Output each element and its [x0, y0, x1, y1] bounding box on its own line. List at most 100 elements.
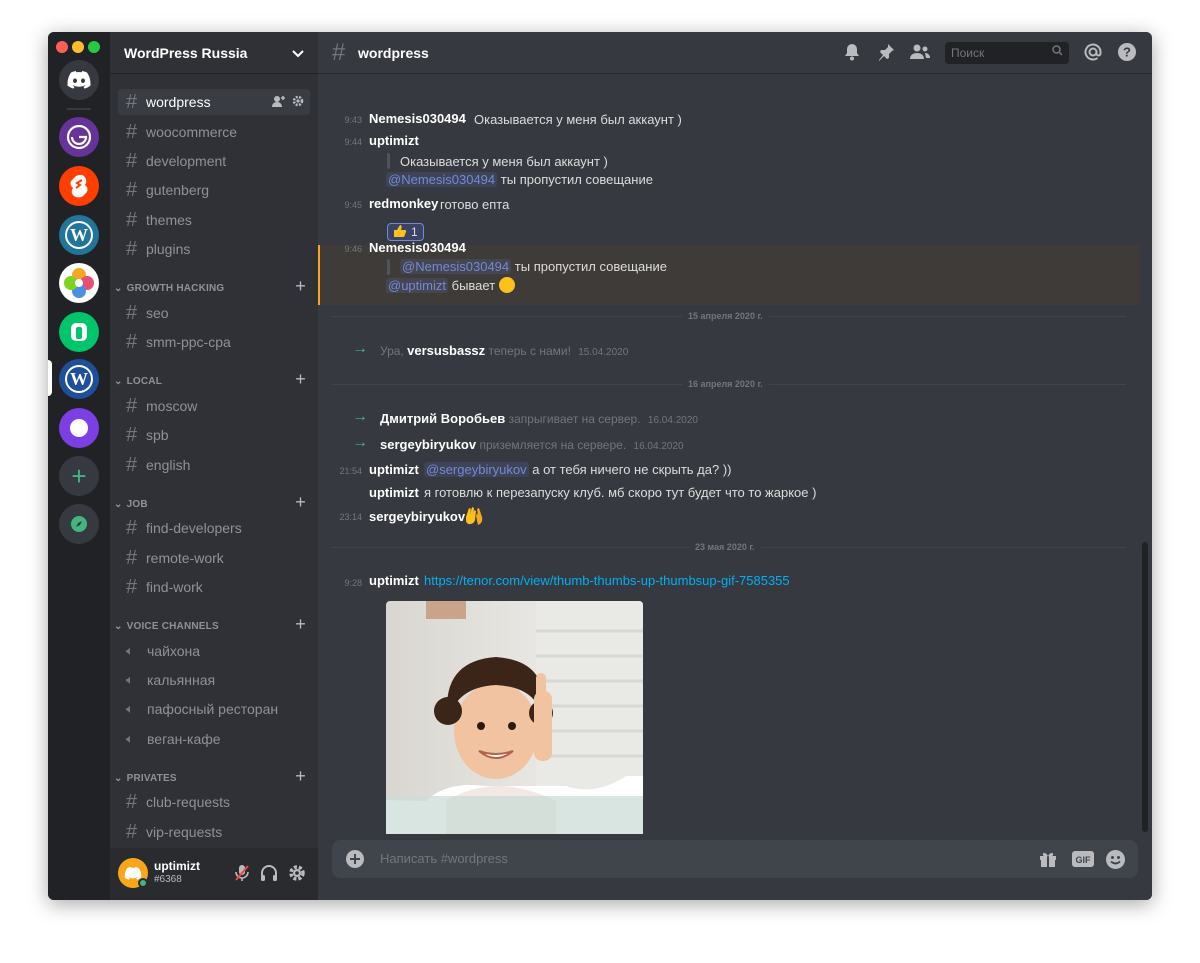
channel-find-work[interactable]: # find-work	[118, 574, 310, 600]
channel-spb[interactable]: # spb	[118, 422, 310, 448]
channel-smm-ppc-cpa[interactable]: # smm-ppc-cpa	[118, 329, 310, 355]
search-icon	[1052, 45, 1063, 59]
wordpress-server-icon[interactable]: W	[59, 215, 99, 255]
mentions-at-icon[interactable]	[1083, 42, 1103, 62]
hash-icon: #	[126, 517, 138, 539]
add-server-icon[interactable]: +	[59, 456, 99, 496]
category-job[interactable]: ⌄ JOB +	[114, 492, 314, 512]
user-mention[interactable]: @sergeybiryukov	[424, 462, 529, 477]
help-icon[interactable]: ?	[1117, 42, 1137, 62]
close-window-button[interactable]	[56, 41, 68, 53]
user-mention[interactable]: @Nemesis030494	[400, 259, 512, 274]
channel-label: woocommerce	[146, 124, 238, 140]
hash-icon: #	[126, 238, 138, 260]
channel-find-developers[interactable]: # find-developers	[118, 515, 310, 541]
colorful-server-icon[interactable]	[59, 263, 99, 303]
category-title: GROWTH HACKING	[126, 282, 225, 294]
hash-icon: #	[126, 150, 138, 172]
channel-remote-work[interactable]: # remote-work	[118, 545, 310, 571]
hash-icon: #	[126, 791, 138, 813]
channel-label: moscow	[146, 398, 198, 414]
message-author[interactable]: redmonkey	[369, 196, 438, 211]
message-author[interactable]: uptimizt	[369, 573, 419, 588]
thumbs-up-reaction[interactable]: 1	[387, 223, 424, 241]
channel-seo[interactable]: # seo	[118, 300, 310, 326]
add-channel-icon[interactable]: +	[295, 369, 306, 390]
category-local[interactable]: ⌄ LOCAL +	[114, 369, 314, 389]
chevron-down-icon: ⌄	[114, 772, 123, 784]
channel-themes[interactable]: # themes	[118, 207, 310, 233]
maximize-window-button[interactable]	[88, 41, 100, 53]
add-member-icon[interactable]	[272, 94, 286, 110]
muted-microphone-icon[interactable]	[234, 864, 250, 887]
compass-icon[interactable]	[59, 504, 99, 544]
voice-channel-chaikhona[interactable]: 🔈︎ чайхона	[118, 638, 310, 664]
gif-picker-icon[interactable]: GIF	[1072, 851, 1094, 872]
message-timestamp: 21:54	[339, 466, 362, 476]
category-growth-hacking[interactable]: ⌄ GROWTH HACKING +	[114, 276, 314, 296]
gatsby-server-icon[interactable]	[59, 117, 99, 157]
add-channel-icon[interactable]: +	[295, 276, 306, 297]
channel-label: club-requests	[146, 794, 231, 810]
channel-club-requests[interactable]: # club-requests	[118, 789, 310, 815]
channel-label: seo	[146, 305, 169, 321]
add-channel-icon[interactable]: +	[295, 766, 306, 787]
channel-woocommerce[interactable]: # woocommerce	[118, 119, 310, 145]
message-input[interactable]: Написать #wordpress	[380, 851, 508, 866]
gift-icon[interactable]	[1039, 850, 1057, 873]
message-author[interactable]: Nemesis030494	[369, 111, 466, 126]
discord-home-icon[interactable]	[59, 60, 99, 100]
channel-plugins[interactable]: # plugins	[118, 236, 310, 262]
gear-icon[interactable]	[292, 94, 304, 110]
message-author[interactable]: uptimizt	[369, 462, 419, 477]
system-timestamp: 16.04.2020	[633, 441, 684, 452]
purple-server-icon[interactable]	[59, 408, 99, 448]
system-user[interactable]: sergeybiryukov	[380, 437, 476, 452]
channel-wordpress[interactable]: # wordpress	[118, 89, 310, 115]
voice-channel-kalyannaya[interactable]: 🔈︎ кальянная	[118, 667, 310, 693]
system-message: Дмитрий Воробьев запрыгивает на сервер. …	[380, 411, 698, 426]
wordpress-russia-server-icon[interactable]: W	[59, 359, 99, 399]
message-author[interactable]: uptimizt	[369, 485, 419, 500]
server-header[interactable]: WordPress Russia	[110, 32, 318, 74]
channel-moscow[interactable]: # moscow	[118, 393, 310, 419]
pin-icon[interactable]	[876, 42, 896, 62]
category-voice-channels[interactable]: ⌄ VOICE CHANNELS +	[114, 614, 314, 634]
message-author[interactable]: uptimizt	[369, 133, 419, 148]
minimize-window-button[interactable]	[72, 41, 84, 53]
notification-bell-icon[interactable]	[842, 42, 862, 62]
svelte-server-icon[interactable]	[59, 166, 99, 206]
message-link[interactable]: https://tenor.com/view/thumb-thumbs-up-t…	[424, 573, 790, 588]
message-author[interactable]: sergeybiryukov	[369, 509, 465, 524]
green-server-icon[interactable]	[59, 312, 99, 352]
message-composer[interactable]: Написать #wordpress GIF	[332, 840, 1138, 878]
add-channel-icon[interactable]: +	[295, 492, 306, 513]
channel-english[interactable]: # english	[118, 452, 310, 478]
user-mention[interactable]: @uptimizt	[386, 278, 448, 293]
hash-icon: #	[126, 91, 138, 113]
channel-vip-requests[interactable]: # vip-requests	[118, 819, 310, 845]
voice-channel-vegan-cafe[interactable]: 🔈︎ веган-кафе	[118, 726, 310, 752]
gif-embed-image[interactable]	[386, 601, 643, 834]
chevron-down-icon[interactable]	[292, 45, 304, 61]
scrollbar[interactable]	[1142, 542, 1148, 832]
channel-development[interactable]: # development	[118, 148, 310, 174]
message-author[interactable]: Nemesis030494	[369, 240, 466, 255]
system-user[interactable]: Дмитрий Воробьев	[380, 411, 505, 426]
system-user[interactable]: versusbassz	[407, 343, 485, 358]
channel-label: gutenberg	[146, 182, 210, 198]
speaker-icon: 🔈︎	[126, 643, 134, 658]
add-channel-icon[interactable]: +	[295, 614, 306, 635]
headphones-icon[interactable]	[260, 864, 278, 887]
category-privates[interactable]: ⌄ PRIVATES +	[114, 766, 314, 786]
reaction-count: 1	[411, 225, 418, 239]
add-attachment-icon[interactable]	[346, 850, 364, 873]
search-input[interactable]: Поиск	[945, 42, 1069, 64]
member-list-icon[interactable]	[910, 42, 930, 62]
settings-gear-icon[interactable]	[288, 864, 306, 887]
hash-icon: #	[126, 454, 138, 476]
channel-gutenberg[interactable]: # gutenberg	[118, 177, 310, 203]
emoji-picker-icon[interactable]	[1106, 850, 1125, 874]
user-mention[interactable]: @Nemesis030494	[386, 172, 498, 187]
voice-channel-restaurant[interactable]: 🔈︎ пафосный ресторан	[118, 696, 310, 722]
